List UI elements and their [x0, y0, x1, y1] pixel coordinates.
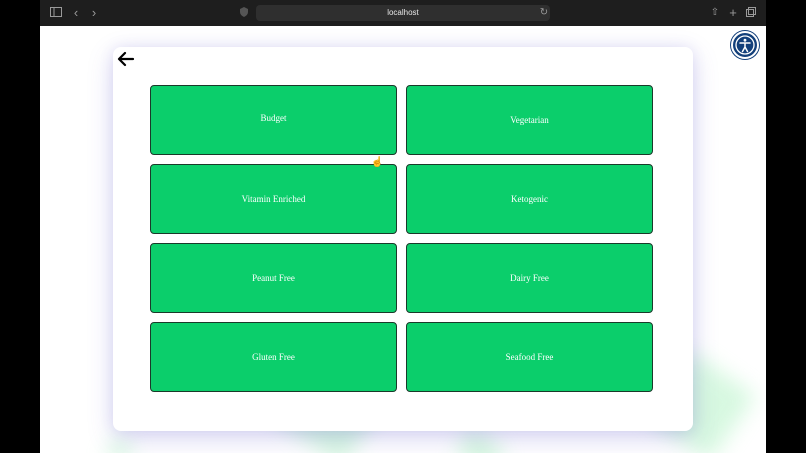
category-label: Budget — [260, 113, 287, 123]
address-bar[interactable]: localhost — [256, 5, 550, 21]
new-tab-icon[interactable]: + — [725, 5, 741, 21]
reload-icon[interactable]: ↻ — [536, 5, 552, 21]
category-tile-ketogenic[interactable]: Ketogenic — [406, 164, 653, 234]
page-viewport: Budget Vegetarian Vitamin Enriched Ketog… — [40, 26, 766, 453]
share-icon[interactable]: ⇧ — [707, 5, 723, 21]
back-arrow-icon[interactable] — [117, 50, 135, 68]
category-label: Gluten Free — [252, 352, 295, 362]
category-tile-peanut-free[interactable]: Peanut Free — [150, 243, 397, 313]
shield-icon — [236, 5, 252, 21]
url-text: localhost — [387, 8, 419, 17]
category-tile-dairy-free[interactable]: Dairy Free — [406, 243, 653, 313]
category-label: Ketogenic — [511, 194, 548, 204]
tabs-icon[interactable] — [743, 5, 759, 21]
forward-icon[interactable]: › — [86, 5, 102, 21]
category-tile-budget[interactable]: Budget — [150, 85, 397, 155]
back-icon[interactable]: ‹ — [68, 5, 84, 21]
category-label: Peanut Free — [252, 273, 295, 283]
category-tile-seafood-free[interactable]: Seafood Free — [406, 322, 653, 392]
decorative-shape — [455, 427, 505, 453]
sidebar-icon[interactable] — [48, 5, 64, 21]
decorative-shape — [106, 437, 134, 453]
category-label: Dairy Free — [510, 273, 549, 283]
category-label: Vitamin Enriched — [241, 194, 306, 204]
category-tile-gluten-free[interactable]: Gluten Free — [150, 322, 397, 392]
category-tile-vitamin-enriched[interactable]: Vitamin Enriched — [150, 164, 397, 234]
category-tile-vegetarian[interactable]: Vegetarian — [406, 85, 653, 155]
pointer-cursor-icon: ☝ — [371, 157, 384, 168]
accessibility-icon[interactable] — [731, 31, 759, 59]
category-card: Budget Vegetarian Vitamin Enriched Ketog… — [113, 47, 693, 431]
category-label: Vegetarian — [510, 115, 549, 125]
browser-toolbar: ‹ › localhost ↻ ⇧ + — [40, 0, 766, 26]
category-label: Seafood Free — [505, 352, 554, 362]
